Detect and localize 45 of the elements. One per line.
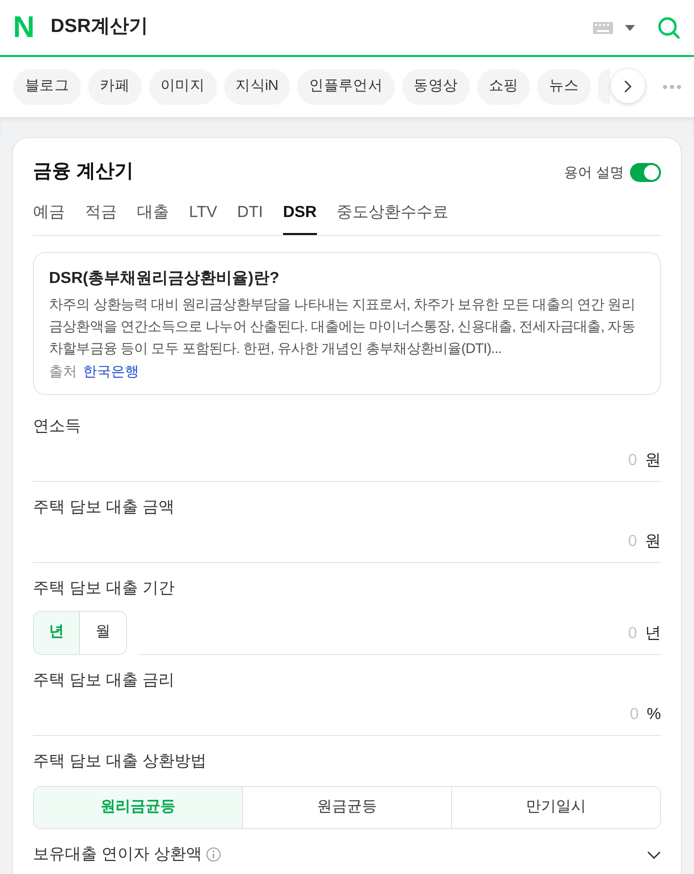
more-icon (663, 85, 681, 89)
category-chip[interactable]: 동영상 (402, 69, 470, 105)
unit-label: % (646, 704, 661, 724)
repayment-option[interactable]: 만기일시 (451, 786, 660, 828)
calculator-tab[interactable]: 중도상환수수료 (336, 200, 449, 234)
calculator-tab[interactable]: 적금 (85, 200, 117, 234)
chevron-right-icon (624, 80, 632, 92)
source-link[interactable]: 한국은행 (83, 360, 139, 382)
field-label: 연소득 (33, 416, 82, 436)
info-title: DSR(총부채원리금상환비율)란? (49, 268, 280, 288)
glossary-label: 용어 설명 (564, 162, 624, 182)
calculator-tab[interactable]: 대출 (137, 200, 169, 234)
calculator-tab[interactable]: DSR (282, 200, 317, 234)
category-chip[interactable]: 카페 (88, 69, 142, 105)
calculator-tab[interactable]: 예금 (33, 200, 65, 234)
source-label: 출처 (49, 362, 77, 380)
category-chip[interactable]: 인플루언서 (297, 69, 395, 105)
search-query[interactable]: DSR계산기 (50, 13, 593, 42)
unit-label: 원 (645, 532, 661, 552)
amount-field[interactable]: 0 (437, 448, 637, 472)
card-title: 금융 계산기 (33, 160, 134, 184)
search-icon[interactable] (657, 16, 681, 40)
scroll-right-button[interactable] (611, 69, 645, 103)
field-label: 주택 담보 대출 상환방법 (33, 752, 208, 772)
amount-field[interactable]: 0 (438, 702, 639, 726)
unit-label: 년 (645, 624, 661, 644)
field-label: 보유대출 연이자 상환액 (33, 844, 202, 864)
info-icon (206, 847, 221, 862)
glossary-toggle[interactable] (630, 162, 661, 182)
field-label: 주택 담보 대출 금액 (33, 498, 176, 518)
keyboard-icon[interactable] (593, 22, 613, 34)
category-chip[interactable]: 블로그 (13, 69, 82, 105)
category-chip[interactable]: 뉴스 (537, 69, 591, 105)
amount-field[interactable]: 0 (437, 622, 637, 646)
calculator-tab[interactable]: DTI (237, 200, 263, 234)
category-chip[interactable]: 쇼핑 (476, 69, 530, 105)
category-chip[interactable]: 이미지 (148, 69, 217, 105)
field-label: 주택 담보 대출 기간 (33, 578, 176, 598)
info-text: 차주의 상환능력 대비 원리금상환부담을 나타내는 지표로서, 차주가 보유한 모든 대출의 연간 원리금상환액을 연간소득으로 나누어 산출된다. 대출에는 마이너스통장, 신용대출, 전세자금대출, 자동차할부금융 등이 모두 포함된다. 한편, 유사한 개념인 총부채상환비율(DTI)... (49, 294, 636, 358)
category-chip[interactable]: 지식iN (224, 69, 290, 105)
amount-field[interactable]: 0 (437, 530, 637, 554)
unit-label: 원 (645, 450, 661, 470)
dropdown-caret-icon[interactable] (625, 24, 635, 30)
field-label: 주택 담보 대출 금리 (33, 670, 176, 690)
calculator-tab[interactable]: LTV (189, 200, 218, 234)
